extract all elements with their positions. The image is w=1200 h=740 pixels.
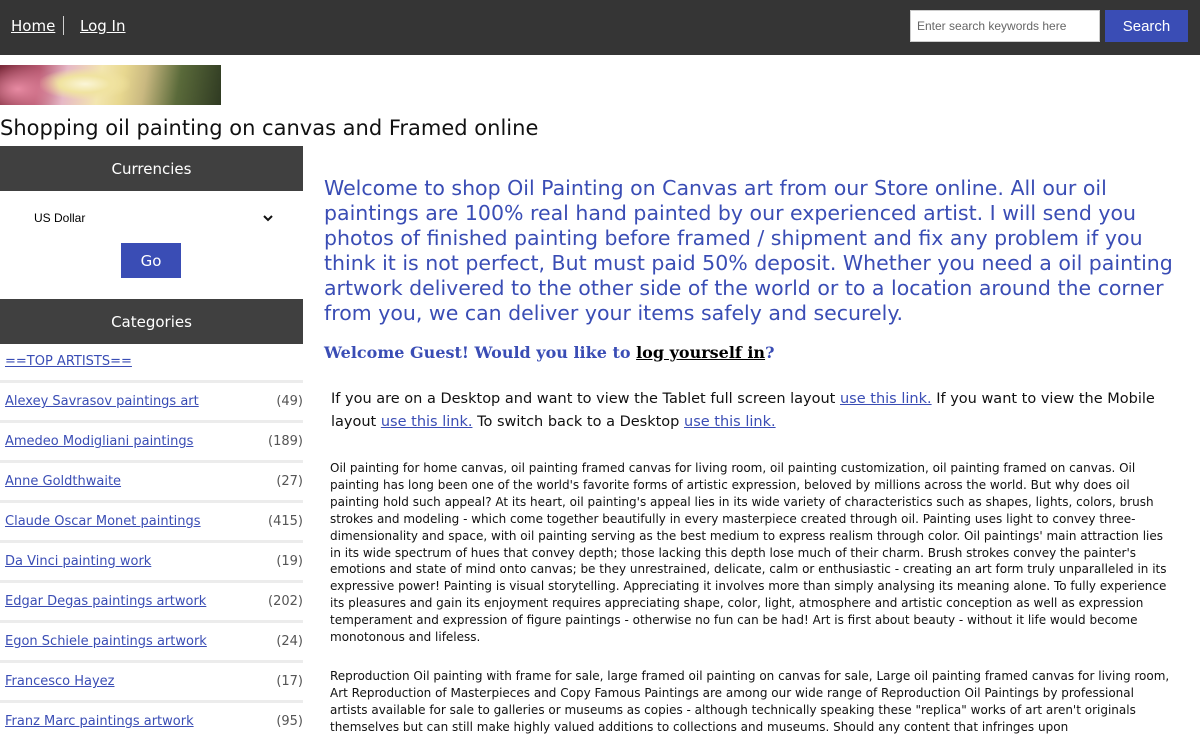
category-link[interactable]: Edgar Degas paintings artwork	[5, 594, 206, 609]
category-item: Anne Goldthwaite (27)	[0, 460, 303, 500]
category-count: (49)	[276, 394, 303, 409]
category-item: Amedeo Modigliani paintings (189)	[0, 420, 303, 460]
category-link[interactable]: Franz Marc paintings artwork	[5, 714, 194, 729]
top-artists-link[interactable]: ==TOP ARTISTS==	[5, 354, 132, 369]
category-link[interactable]: Francesco Hayez	[5, 674, 115, 689]
category-link[interactable]: Anne Goldthwaite	[5, 474, 121, 489]
categories-heading: Categories	[0, 299, 303, 344]
guest-greeting: Welcome Guest! Would you like to log you…	[324, 343, 774, 362]
category-link[interactable]: Claude Oscar Monet paintings	[5, 514, 201, 529]
category-count: (189)	[268, 434, 303, 449]
category-item: Francesco Hayez (17)	[0, 660, 303, 700]
banner-painting-image	[0, 65, 221, 105]
search-button[interactable]: Search	[1105, 10, 1188, 42]
category-item: Franz Marc paintings artwork (95)	[0, 700, 303, 740]
top-navigation-bar: Home Log In Search	[0, 0, 1200, 55]
category-item: Alexey Savrasov paintings art (49)	[0, 380, 303, 420]
currency-selected-value: US Dollar	[34, 211, 86, 225]
greeting-text: Welcome Guest! Would you like to	[324, 343, 637, 362]
category-link[interactable]: Amedeo Modigliani paintings	[5, 434, 193, 449]
nav-login-link[interactable]: Log In	[80, 17, 126, 35]
tablet-layout-link[interactable]: use this link.	[840, 391, 932, 407]
category-count: (19)	[276, 554, 303, 569]
chevron-down-icon	[263, 215, 273, 222]
layout-note-text: To switch back to a Desktop	[472, 414, 684, 430]
category-count: (24)	[276, 634, 303, 649]
category-count: (27)	[276, 474, 303, 489]
category-count: (202)	[268, 594, 303, 609]
search-input[interactable]	[910, 10, 1100, 42]
category-item: Edgar Degas paintings artwork (202)	[0, 580, 303, 620]
mobile-layout-link[interactable]: use this link.	[381, 414, 473, 430]
layout-note-text: If you are on a Desktop and want to view…	[331, 391, 840, 407]
category-item: Egon Schiele paintings artwork (24)	[0, 620, 303, 660]
reproduction-paragraph: Reproduction Oil painting with frame for…	[330, 669, 1170, 734]
category-link[interactable]: Da Vinci painting work	[5, 554, 151, 569]
site-title: Shopping oil painting on canvas and Fram…	[0, 116, 539, 140]
desktop-layout-link[interactable]: use this link.	[684, 414, 776, 430]
category-count: (415)	[268, 514, 303, 529]
category-list: Alexey Savrasov paintings art (49) Amede…	[0, 380, 303, 740]
welcome-message: Welcome to shop Oil Painting on Canvas a…	[324, 176, 1173, 325]
category-item: Claude Oscar Monet paintings (415)	[0, 500, 303, 540]
nav-divider	[63, 16, 64, 35]
greeting-suffix: ?	[765, 343, 775, 362]
category-link[interactable]: Alexey Savrasov paintings art	[5, 394, 199, 409]
category-count: (17)	[276, 674, 303, 689]
intro-paragraph: Oil painting for home canvas, oil painti…	[330, 461, 1167, 645]
login-link[interactable]: log yourself in	[636, 343, 765, 362]
currencies-heading: Currencies	[0, 146, 303, 191]
category-count: (95)	[276, 714, 303, 729]
category-link[interactable]: Egon Schiele paintings artwork	[5, 634, 207, 649]
nav-home-link[interactable]: Home	[11, 17, 55, 35]
category-item: Da Vinci painting work (19)	[0, 540, 303, 580]
currency-go-button[interactable]: Go	[121, 243, 181, 278]
layout-switch-note: If you are on a Desktop and want to view…	[331, 388, 1171, 434]
